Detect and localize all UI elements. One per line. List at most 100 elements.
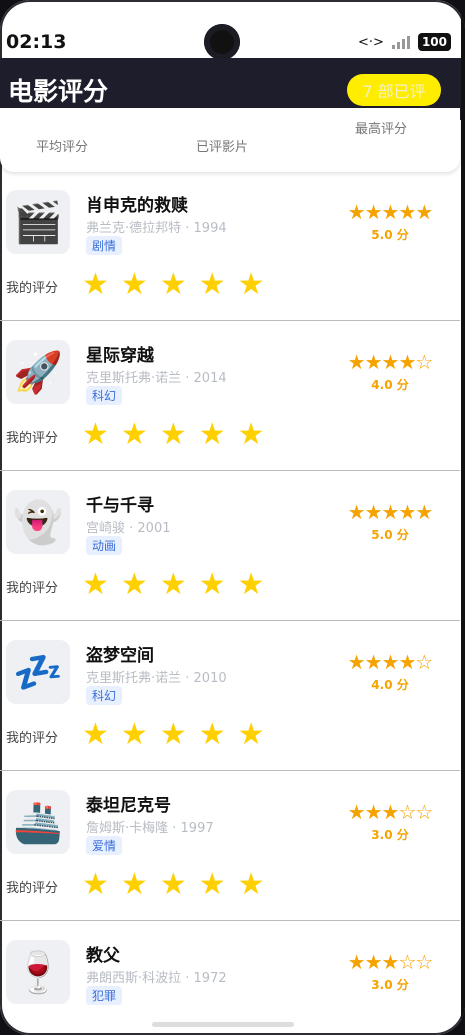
- average-rating: ★★★★☆ 4.0 分: [338, 650, 442, 693]
- avg-rating-label: 平均评分: [36, 140, 89, 155]
- my-rating-stars: ★ ★ ★ ★ ★: [82, 870, 265, 900]
- genre-tag: 剧情: [86, 236, 123, 255]
- rating-star-icon[interactable]: ★: [238, 420, 265, 450]
- status-time: 02:13: [6, 31, 67, 53]
- rating-star-icon[interactable]: ★: [160, 870, 187, 900]
- movie-title: 盗梦空间: [86, 646, 154, 666]
- front-camera: [204, 24, 240, 60]
- row-divider: [0, 920, 460, 921]
- rating-star-icon[interactable]: ★: [238, 570, 265, 600]
- movie-meta: 弗兰克·德拉邦特 · 1994: [86, 221, 227, 236]
- average-score: 4.0 分: [371, 678, 409, 692]
- movie-meta: 詹姆斯·卡梅隆 · 1997: [86, 821, 214, 836]
- movie-title: 星际穿越: [86, 346, 154, 366]
- rating-star-icon[interactable]: ★: [199, 270, 226, 300]
- my-rating-stars: ★ ★ ★ ★ ★: [82, 570, 265, 600]
- genre-tag: 科幻: [86, 386, 123, 405]
- my-rating-label: 我的评分: [6, 731, 59, 746]
- rating-star-icon[interactable]: ★: [82, 720, 109, 750]
- rating-star-icon[interactable]: ★: [160, 570, 187, 600]
- my-rating-stars: ★ ★ ★ ★ ★: [82, 720, 265, 750]
- movie-poster-icon: 🎬: [6, 190, 70, 254]
- movie-meta: 弗朗西斯·科波拉 · 1972: [86, 971, 227, 986]
- average-rating: ★★★★★ 5.0 分: [338, 200, 442, 243]
- rating-star-icon[interactable]: ★: [82, 870, 109, 900]
- genre-tag: 爱情: [86, 836, 123, 855]
- movie-title: 教父: [86, 946, 120, 966]
- average-score: 5.0 分: [371, 528, 409, 542]
- movie-poster-icon: 💤: [6, 640, 70, 704]
- battery-icon: 100: [417, 33, 451, 51]
- rating-star-icon[interactable]: ★: [160, 270, 187, 300]
- average-rating: ★★★☆☆ 3.0 分: [338, 950, 442, 993]
- rating-star-icon[interactable]: ★: [160, 720, 187, 750]
- my-rating-label: 我的评分: [6, 431, 59, 446]
- rating-star-icon[interactable]: ★: [199, 420, 226, 450]
- max-rating-label: 最高评分: [355, 122, 408, 137]
- movie-title: 泰坦尼克号: [86, 796, 171, 816]
- my-rating-stars: ★ ★ ★ ★ ★: [82, 270, 265, 300]
- average-rating: ★★★★★ 5.0 分: [338, 500, 442, 543]
- average-stars: ★★★★☆: [347, 650, 434, 674]
- rating-star-icon[interactable]: ★: [82, 270, 109, 300]
- status-bar: 02:13 <·> 100: [0, 22, 465, 62]
- rating-star-icon[interactable]: ★: [82, 570, 109, 600]
- network-icon: <·>: [358, 34, 384, 50]
- my-rating-label: 我的评分: [6, 881, 59, 896]
- average-score: 3.0 分: [371, 828, 409, 842]
- my-rating-label: 我的评分: [6, 581, 59, 596]
- average-stars: ★★★☆☆: [347, 800, 434, 824]
- movie-title: 肖申克的救赎: [86, 196, 188, 216]
- rating-star-icon[interactable]: ★: [82, 420, 109, 450]
- genre-tag: 犯罪: [86, 986, 123, 1005]
- average-stars: ★★★★★: [347, 200, 434, 224]
- movie-row[interactable]: 🍷 教父弗朗西斯·科波拉 · 1972 犯罪 ★★★☆☆ 3.0 分: [0, 933, 460, 1035]
- row-divider: [0, 620, 460, 621]
- movie-row[interactable]: 🚢 泰坦尼克号 詹姆斯·卡梅隆 · 1997 爱情 ★★★☆☆ 3.0 分我的评分 ★ ★ ★ ★…: [0, 783, 460, 933]
- row-divider: [0, 770, 460, 771]
- movie-row[interactable]: 👻 千与千寻 宫崎骏 · 2001 动画 ★★★★★ 5.0 分我的评分 ★ ★ ★ ★ ★: [0, 483, 460, 633]
- movie-poster-icon: 👻: [6, 490, 70, 554]
- rating-star-icon[interactable]: ★: [238, 870, 265, 900]
- average-score: 3.0 分: [371, 978, 409, 992]
- rated-movies-label: 已评影片: [196, 140, 249, 155]
- average-stars: ★★★☆☆: [347, 950, 434, 974]
- phone-screen: 02:13 <·> 100 电影评分 7 部已评 平均评分 已评影片 最高评分 …: [0, 0, 465, 1035]
- rating-star-icon[interactable]: ★: [121, 270, 148, 300]
- home-indicator[interactable]: [152, 1022, 294, 1027]
- row-divider: [0, 320, 460, 321]
- average-score: 5.0 分: [371, 228, 409, 242]
- rating-star-icon[interactable]: ★: [199, 570, 226, 600]
- movie-row[interactable]: 💤 盗梦空间 克里斯托弗·诺兰 · 2010 科幻 ★★★★☆ 4.0 分我的评分 ★ ★ ★ ★…: [0, 633, 460, 783]
- my-rating-stars: ★ ★ ★ ★ ★: [82, 420, 265, 450]
- signal-icon: [391, 35, 410, 49]
- average-stars: ★★★★★: [347, 500, 434, 524]
- my-rating-label: 我的评分: [6, 281, 59, 296]
- movie-meta: 克里斯托弗·诺兰 · 2014: [86, 371, 227, 386]
- rating-star-icon[interactable]: ★: [199, 870, 226, 900]
- movie-title: 千与千寻: [86, 496, 154, 516]
- rating-star-icon[interactable]: ★: [160, 420, 187, 450]
- rating-star-icon[interactable]: ★: [121, 570, 148, 600]
- movie-row[interactable]: 🚀 星际穿越 克里斯托弗·诺兰 · 2014 科幻 ★★★★☆ 4.0 分我的评分 ★ ★ ★ ★…: [0, 333, 460, 483]
- rating-star-icon[interactable]: ★: [121, 420, 148, 450]
- movie-poster-icon: 🚢: [6, 790, 70, 854]
- movie-meta: 克里斯托弗·诺兰 · 2010: [86, 671, 227, 686]
- average-stars: ★★★★☆: [347, 350, 434, 374]
- row-divider: [0, 470, 460, 471]
- rating-star-icon[interactable]: ★: [238, 270, 265, 300]
- rating-star-icon[interactable]: ★: [238, 720, 265, 750]
- rated-count-badge[interactable]: 7 部已评: [347, 74, 441, 106]
- rating-star-icon[interactable]: ★: [199, 720, 226, 750]
- average-score: 4.0 分: [371, 378, 409, 392]
- movie-row[interactable]: 🎬 肖申克的救赎 弗兰克·德拉邦特 · 1994 剧情 ★★★★★ 5.0 分我的评分 ★ ★…: [0, 183, 460, 333]
- average-rating: ★★★☆☆ 3.0 分: [338, 800, 442, 843]
- page-title: 电影评分: [8, 77, 109, 106]
- rating-star-icon[interactable]: ★: [121, 870, 148, 900]
- genre-tag: 动画: [86, 536, 123, 555]
- movie-meta: 宫崎骏 · 2001: [86, 521, 171, 536]
- status-icons: <·> 100: [358, 33, 451, 51]
- average-rating: ★★★★☆ 4.0 分: [338, 350, 442, 393]
- rating-star-icon[interactable]: ★: [121, 720, 148, 750]
- movie-poster-icon: 🍷: [6, 940, 70, 1004]
